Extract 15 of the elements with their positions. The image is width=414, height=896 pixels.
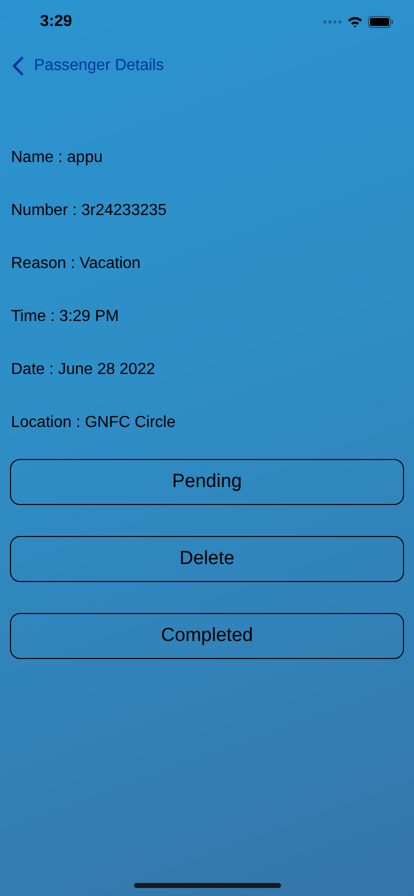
battery-icon — [368, 16, 394, 28]
status-time: 3:29 — [40, 13, 72, 31]
detail-text: Date : June 28 2022 — [11, 360, 156, 380]
detail-text: Location : GNFC Circle — [11, 413, 176, 433]
action-button[interactable]: Completed — [10, 613, 404, 659]
action-button[interactable]: Delete — [10, 536, 404, 582]
action-button[interactable]: Pending — [10, 459, 404, 505]
back-button[interactable]: Passenger Details — [12, 56, 164, 76]
detail-text: Name : appu — [11, 148, 104, 168]
wifi-icon — [347, 16, 363, 28]
detail-text: Time : 3:29 PM — [11, 307, 120, 327]
chevron-left-icon — [12, 56, 24, 76]
detail-text: Number : 3r24233235 — [11, 201, 168, 221]
detail-text: Reason : Vacation — [11, 254, 142, 274]
signal-icon — [323, 20, 342, 24]
